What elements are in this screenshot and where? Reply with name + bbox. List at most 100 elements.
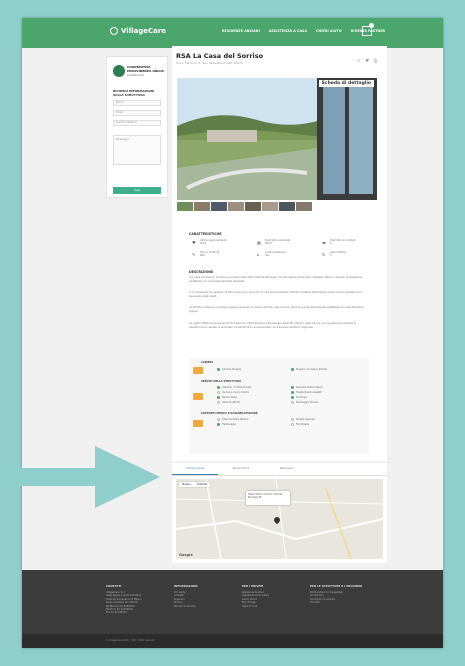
name-select[interactable]: Nome — [113, 100, 161, 106]
copyright-bar: © VillageCare 2019 - Tutti i diritti ris… — [22, 634, 443, 648]
logo-icon — [110, 27, 118, 35]
amenity-item: Podologo — [291, 396, 307, 399]
page-title: RSA La Casa del Sorriso — [176, 52, 264, 60]
map-view[interactable]: Mappa Satellite Piazza Vittorio Veneto, … — [176, 479, 383, 559]
heart-icon[interactable]: ♥ — [365, 58, 369, 63]
feature-item: Lista d'attesa 0 — [330, 251, 347, 258]
browser-page: VillageCare RESIDENZE ANZIANI ASSISTENZA… — [22, 18, 443, 648]
map-info-popup: Piazza Vittorio Veneto, 1 Monte Barcagli… — [246, 491, 290, 505]
footer-col-privati: PER I PRIVATI Residenze Anziani Assisten… — [242, 584, 306, 608]
services-icon — [193, 393, 203, 400]
bed-icon — [193, 367, 203, 374]
map-tabs: Come Arrivare Servizi Vicini Recensioni — [172, 463, 387, 476]
bed-icon: ▬ — [322, 240, 326, 245]
logo-text: VillageCare — [121, 27, 167, 35]
map-type-satellite[interactable]: Satellite — [194, 482, 211, 487]
amenity-heading: SERVIZI DELLA STRUTTURA — [201, 380, 241, 383]
footer-link[interactable]: Contatti — [310, 601, 380, 604]
copyright-text: © VillageCare 2019 - Tutti i diritti ris… — [106, 639, 155, 642]
feature-item: Posti letto autorizzati 60/75 — [265, 239, 291, 246]
form-title: RICHIEDI INFORMAZIONI SULLA STRUTTURA — [113, 89, 155, 97]
footer-heading: PER I PRIVATI — [242, 584, 264, 588]
site-footer: CONTATTI VillageCare S.r.l. Sede legale … — [22, 570, 443, 634]
thumbnail[interactable] — [228, 202, 244, 211]
thumbnail[interactable] — [296, 202, 312, 211]
calendar-icon: ▦ — [257, 240, 261, 245]
footer-col-contatti: CONTATTI VillageCare S.r.l. Sede legale … — [106, 584, 170, 615]
medical-icon — [193, 420, 203, 427]
footer-link[interactable]: Termini di servizio — [174, 605, 238, 608]
tag-icon: ✎ — [192, 252, 196, 257]
amenity-item: Fisioterapia — [217, 423, 236, 426]
feature-item: Posti letto accreditati 0 — [330, 239, 356, 246]
nav-assistenza[interactable]: ASSISTENZA A CASA — [269, 29, 307, 33]
amenity-item: Parrucchiere — [217, 396, 237, 399]
thumbnail[interactable] — [245, 202, 261, 211]
amenity-item: Cucina e Cuoco Interni — [217, 391, 249, 394]
amenity-item: Infermieristica Medica — [217, 418, 248, 421]
footer-line: Fax 02 12345678 — [106, 611, 127, 615]
amenity-item: Fisi Terapia — [291, 423, 309, 426]
message-textarea[interactable]: Messaggio — [113, 135, 161, 165]
tab-recensioni[interactable]: Recensioni — [264, 463, 310, 475]
org-logo-icon — [113, 65, 125, 77]
amenity-item: Camera Singola — [217, 368, 241, 371]
feature-item: Ultimo aggiornamento 2019 — [200, 239, 227, 246]
nav-residenze[interactable]: RESIDENZE ANZIANI — [222, 29, 260, 33]
tab-servizi-vicini[interactable]: Servizi Vicini — [218, 463, 264, 475]
map-type-mappa[interactable]: Mappa — [179, 482, 194, 487]
features-heading: CARATTERISTICHE — [189, 232, 222, 236]
contact-sidebar: COOPERATIVA PROVVIDENZA ONLUS profession… — [106, 56, 168, 198]
top-navbar: VillageCare RESIDENZE ANZIANI ASSISTENZA… — [22, 18, 443, 48]
org-name: COOPERATIVA PROVVIDENZA ONLUS — [127, 65, 164, 73]
email-field[interactable]: Email — [113, 110, 161, 116]
amenity-item: Internet (Wi-Fi) — [217, 401, 240, 404]
thumbnail[interactable] — [262, 202, 278, 211]
heart-icon: ♥ — [192, 240, 196, 245]
cart-badge — [369, 23, 374, 28]
amenity-heading: CAMERA — [201, 361, 214, 364]
org-subtitle: professionisti — [127, 74, 144, 77]
map-type-control: Mappa Satellite — [179, 482, 211, 487]
print-icon[interactable]: ⎙ — [374, 58, 377, 63]
home-icon: ⌂ — [257, 252, 260, 257]
footer-heading: PER LE STRUTTURE E I PROVIDER — [310, 584, 363, 588]
refresh-icon: ↻ — [322, 252, 326, 257]
main-nav: RESIDENZE ANZIANI ASSISTENZA A CASA CHIE… — [222, 29, 385, 33]
share-icon[interactable]: < — [357, 58, 360, 63]
amenity-item: Parcheggio Privato — [291, 401, 318, 404]
tab-come-arrivare[interactable]: Come Arrivare — [172, 463, 218, 475]
amenities-box: CAMERA Camera Singola Singola con bagno … — [189, 358, 369, 454]
amenity-item: Trasferimenti Assistiti — [291, 391, 322, 394]
footer-heading: CONTATTI — [106, 584, 122, 588]
amenity-item: Terapie Speciali — [291, 418, 315, 421]
amenity-item: Spazi Ricreativi Interni — [291, 386, 323, 389]
amenity-item: Singola con bagno Privato — [291, 368, 327, 371]
thumbnail[interactable] — [279, 202, 295, 211]
feature-item: Livello assistenza Alto — [265, 251, 286, 258]
nav-chiedi-aiuto[interactable]: CHIEDI AIUTO — [316, 29, 342, 33]
description-paragraph: "La Casa del Sorriso" immersa nel verde … — [189, 276, 363, 283]
google-logo: Google — [179, 553, 193, 557]
description-paragraph: La nostra offerta prevede servizi di med… — [189, 322, 357, 329]
description-heading: DESCRIZIONE — [189, 270, 214, 274]
site-logo[interactable]: VillageCare — [110, 27, 166, 35]
footer-col-informazioni: INFORMAZIONI Chi siamo Contatti Supporto… — [174, 584, 238, 608]
detail-badge: Scheda di dettaglio — [318, 80, 374, 87]
footer-link[interactable]: Case di Cura — [242, 605, 306, 608]
amenity-heading: SUPPORTI MEDICI E DI RIABILITAZIONE — [201, 412, 258, 415]
thumbnail[interactable] — [177, 202, 193, 211]
feature-item: Tipo di struttura RSA — [200, 251, 220, 258]
listing-card: RSA La Casa del Sorriso Via L. Da Vinci … — [172, 46, 387, 461]
address-text: Via L. Da Vinci 2, San Sebastiano (MI) 2… — [176, 61, 243, 65]
thumbnail[interactable] — [194, 202, 210, 211]
amenity-item: Giardino / Cortile Privato — [217, 386, 251, 389]
thumbnail[interactable] — [211, 202, 227, 211]
submit-button[interactable]: Invia — [113, 187, 161, 194]
phone-field[interactable]: Numero telefono — [113, 120, 161, 126]
main-photo[interactable]: Scheda di dettaglio — [177, 78, 377, 200]
footer-heading: INFORMAZIONI — [174, 584, 198, 588]
share-icons: < ♥ ⎙ — [357, 58, 377, 63]
description-paragraph: In un ambiente accogliente, la RSA propo… — [189, 291, 362, 298]
map-section: Come Arrivare Servizi Vicini Recensioni … — [172, 463, 387, 563]
